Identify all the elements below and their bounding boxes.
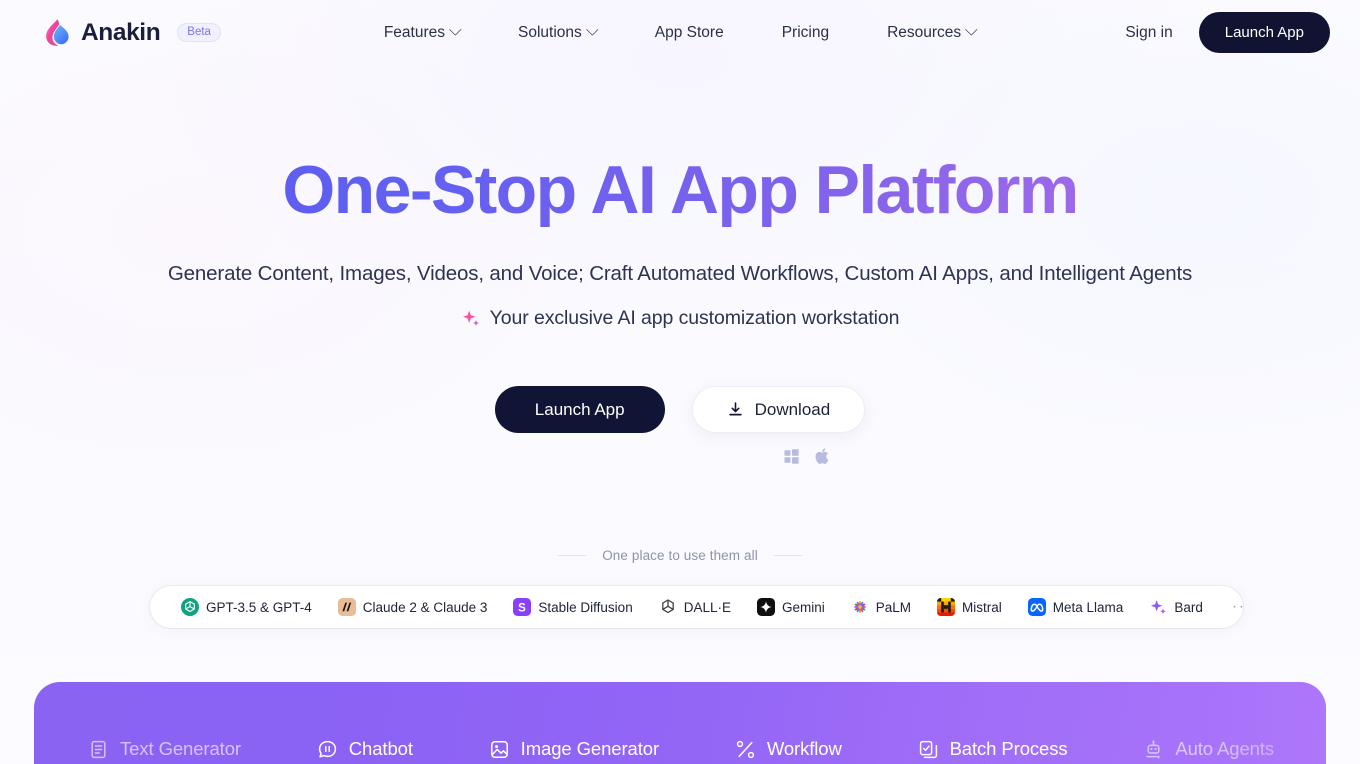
nav-label: Solutions — [517, 23, 582, 41]
nav-item-features[interactable]: Features — [355, 16, 489, 50]
dalle-icon — [659, 598, 677, 616]
bard-icon — [1149, 598, 1167, 616]
flame-logo-icon — [44, 18, 71, 47]
download-button[interactable]: Download — [691, 386, 866, 433]
feature-tab-chatbot[interactable]: Chatbot — [317, 738, 413, 760]
hero-tagline-text: Your exclusive AI app customization work… — [489, 307, 900, 329]
hero-subtitle: Generate Content, Images, Videos, and Vo… — [167, 262, 1193, 285]
chevron-down-icon — [585, 23, 599, 36]
batch-copy-check-icon — [918, 739, 939, 760]
svg-text:S: S — [519, 602, 527, 614]
feature-tab-label: Workflow — [766, 738, 842, 759]
models-divider: One place to use them all — [0, 548, 1360, 563]
model-chip-claude[interactable]: Claude 2 & Claude 3 — [325, 598, 501, 616]
model-chip-label: Gemini — [781, 599, 825, 615]
feature-tab-label: Batch Process — [949, 738, 1068, 759]
nav-item-app-store[interactable]: App Store — [626, 16, 753, 50]
feature-tab-label: Auto Agents — [1175, 738, 1275, 759]
model-chips-more-button[interactable]: ··· — [1226, 598, 1243, 616]
model-chip-meta-llama[interactable]: Meta Llama — [1015, 598, 1137, 616]
model-chip-gemini[interactable]: Gemini — [744, 598, 838, 616]
model-chip-label: GPT-3.5 & GPT-4 — [206, 599, 312, 615]
openai-icon — [181, 598, 199, 616]
launch-app-button-hero[interactable]: Launch App — [494, 386, 665, 433]
model-chip-dalle[interactable]: DALL·E — [646, 598, 744, 616]
feature-tab-workflow[interactable]: Workflow — [735, 738, 842, 760]
model-chip-label: DALL·E — [683, 599, 731, 615]
feature-tabs-panel: Text Generator Chatbot Image Generator W… — [34, 682, 1326, 764]
platform-icons — [784, 448, 829, 469]
model-chip-label: Bard — [1174, 599, 1203, 615]
model-chip-label: PaLM — [875, 599, 912, 615]
chat-bubble-icon — [317, 739, 338, 760]
sign-in-link[interactable]: Sign in — [1125, 24, 1172, 42]
model-chip-label: Stable Diffusion — [538, 599, 633, 615]
chevron-down-icon — [965, 23, 979, 36]
image-icon — [489, 739, 510, 760]
models-divider-label: One place to use them all — [602, 548, 758, 563]
model-chip-mistral[interactable]: Mistral — [924, 598, 1015, 616]
auto-agent-icon — [1143, 739, 1164, 760]
divider-line-left — [558, 555, 587, 556]
nav-label: App Store — [654, 23, 724, 41]
apple-icon[interactable] — [815, 448, 829, 469]
hero-tagline: Your exclusive AI app customization work… — [0, 307, 1360, 330]
mistral-icon — [937, 598, 956, 616]
model-chip-label: Mistral — [962, 599, 1002, 615]
landing-page: Anakin Beta Features Solutions App Store… — [0, 0, 1360, 764]
feature-tabs-row: Text Generator Chatbot Image Generator W… — [34, 738, 1326, 760]
document-text-icon — [88, 739, 109, 760]
nav-item-pricing[interactable]: Pricing — [753, 16, 858, 50]
model-chip-bard[interactable]: Bard — [1136, 598, 1216, 616]
hero-cta-row: Launch App Download — [0, 386, 1360, 433]
feature-tab-label: Text Generator — [120, 738, 241, 759]
feature-tab-label: Image Generator — [520, 738, 660, 759]
brand-logo[interactable]: Anakin Beta — [44, 18, 221, 47]
model-chip-gpt[interactable]: GPT-3.5 & GPT-4 — [168, 598, 325, 616]
feature-tab-image-generator[interactable]: Image Generator — [489, 738, 659, 760]
gemini-icon — [756, 598, 775, 616]
header-actions: Sign in Launch App — [1125, 12, 1330, 53]
feature-tab-text-generator[interactable]: Text Generator — [88, 738, 241, 760]
chevron-down-icon — [449, 23, 462, 36]
nav-item-resources[interactable]: Resources — [858, 16, 1005, 50]
model-chip-label: Meta Llama — [1052, 599, 1124, 615]
download-label: Download — [754, 400, 831, 419]
model-chip-palm[interactable]: PaLM — [838, 598, 924, 616]
brand-name: Anakin — [81, 18, 161, 46]
site-header: Anakin Beta Features Solutions App Store… — [0, 0, 1360, 65]
sparkle-icon — [461, 309, 481, 329]
feature-tab-batch-process[interactable]: Batch Process — [918, 738, 1068, 760]
model-chips-bar: GPT-3.5 & GPT-4 Claude 2 & Claude 3 S St… — [150, 586, 1243, 628]
model-chip-stable-diffusion[interactable]: S Stable Diffusion — [500, 598, 645, 616]
nav-label: Resources — [887, 23, 962, 41]
page-title: One-Stop AI App Platform — [0, 152, 1360, 228]
launch-app-button-header[interactable]: Launch App — [1198, 12, 1330, 53]
download-icon — [727, 401, 744, 418]
palm-icon — [851, 598, 869, 616]
divider-line-right — [773, 555, 802, 556]
feature-tab-label: Chatbot — [348, 738, 413, 759]
model-chip-label: Claude 2 & Claude 3 — [362, 599, 488, 615]
claude-icon — [337, 598, 356, 616]
beta-badge: Beta — [177, 23, 221, 42]
windows-icon[interactable] — [784, 448, 799, 469]
nav-label: Pricing — [781, 23, 830, 41]
workflow-nodes-icon — [735, 739, 756, 760]
meta-llama-icon — [1027, 598, 1046, 616]
nav-item-solutions[interactable]: Solutions — [489, 16, 626, 50]
stable-diffusion-icon: S — [513, 598, 532, 616]
main-navigation: Features Solutions App Store Pricing Res… — [355, 16, 1005, 50]
nav-label: Features — [383, 23, 445, 41]
feature-tab-auto-agents[interactable]: Auto Agents — [1143, 738, 1274, 760]
